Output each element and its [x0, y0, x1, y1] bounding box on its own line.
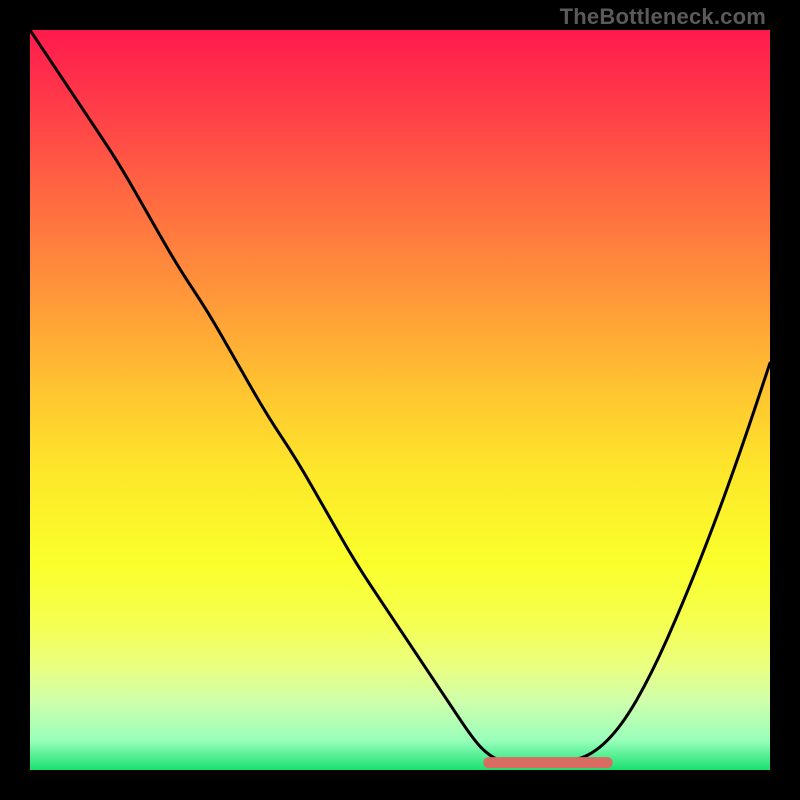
- chart-overlay: [30, 30, 770, 770]
- bottleneck-curve: [30, 30, 770, 763]
- frame-right: [770, 0, 800, 800]
- watermark-text: TheBottleneck.com: [560, 4, 766, 30]
- frame-left: [0, 0, 30, 800]
- frame-bottom: [0, 770, 800, 800]
